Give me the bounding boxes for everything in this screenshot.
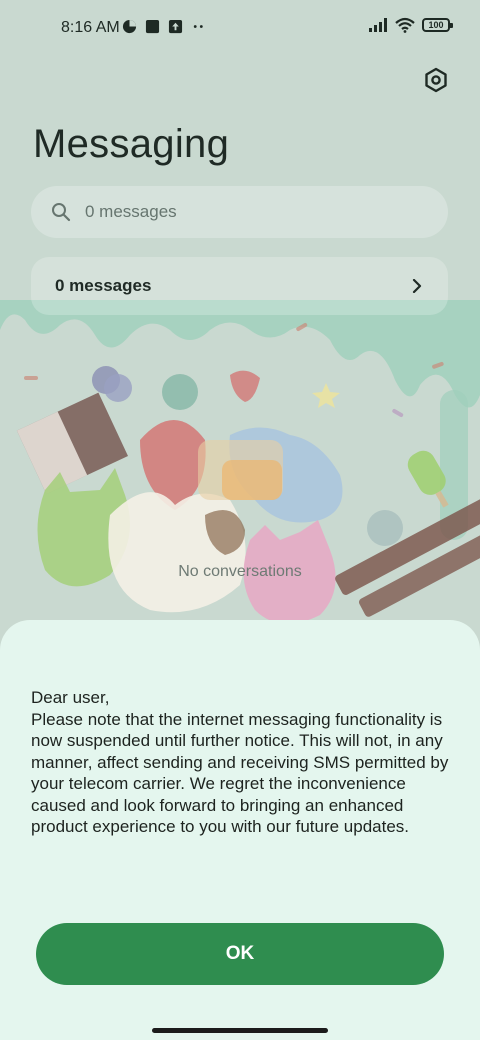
settings-button[interactable] (420, 64, 452, 96)
notice-dialog: Dear user, Please note that the internet… (0, 620, 480, 1040)
ok-button[interactable]: OK (36, 923, 444, 985)
status-notification-icons (122, 19, 206, 34)
upload-notification-icon (168, 19, 183, 34)
messaging-screen: 8:16 AM 100 Messaging 0 messages 0 messa… (0, 0, 480, 1040)
page-title: Messaging (33, 122, 230, 166)
wifi-icon (395, 17, 415, 33)
status-bar: 8:16 AM 100 (0, 0, 480, 56)
search-icon (52, 203, 71, 222)
battery-level: 100 (428, 20, 444, 30)
square-notification-icon (145, 19, 160, 34)
settings-hexagon-icon (425, 67, 447, 93)
dialog-message: Dear user, Please note that the internet… (31, 688, 449, 836)
search-input[interactable] (83, 201, 407, 223)
more-notifications-icon (193, 25, 203, 28)
search-bar[interactable] (31, 186, 448, 238)
background-illustration (0, 300, 480, 624)
messages-summary-label: 0 messages (55, 276, 152, 295)
signal-icon (369, 18, 387, 32)
battery-icon: 100 (422, 18, 453, 32)
empty-state-text: No conversations (178, 563, 302, 580)
status-system-icons: 100 (368, 17, 453, 33)
chevron-right-icon (412, 279, 422, 293)
status-time: 8:16 AM (61, 19, 120, 36)
messages-summary-row[interactable]: 0 messages (31, 257, 448, 315)
app-notification-icon (122, 19, 137, 34)
home-indicator[interactable] (152, 1028, 328, 1033)
